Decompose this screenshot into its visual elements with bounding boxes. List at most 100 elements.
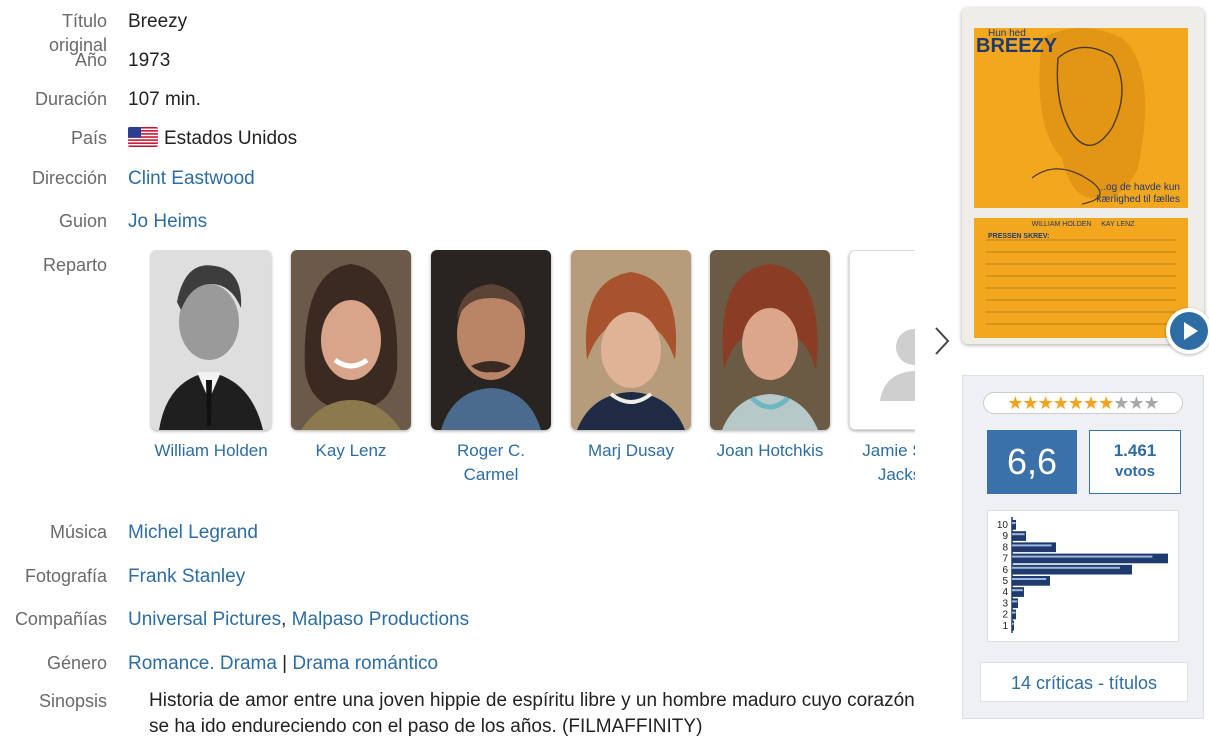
actor-photo[interactable] bbox=[291, 250, 411, 430]
histogram-bar bbox=[1012, 620, 1014, 631]
label-year: Año bbox=[74, 50, 107, 70]
histogram-score-label: 3 bbox=[1002, 598, 1008, 609]
row-music: Música Michel Legrand bbox=[0, 520, 258, 545]
histogram-bar-highlight bbox=[1012, 566, 1120, 569]
histogram-score-label: 8 bbox=[1002, 542, 1008, 553]
histogram-score-label: 4 bbox=[1002, 587, 1008, 598]
histogram-bar-highlight bbox=[1012, 578, 1047, 580]
histogram-bar-highlight bbox=[1012, 522, 1016, 524]
country-name: Estados Unidos bbox=[164, 128, 298, 149]
actor-name[interactable]: Joan Hotchkis bbox=[708, 439, 832, 463]
writer-link[interactable]: Jo Heims bbox=[128, 210, 207, 234]
actor-name[interactable]: Roger C. Carmel bbox=[429, 439, 553, 487]
actor-name[interactable]: William Holden bbox=[149, 439, 273, 463]
histogram-score-label: 5 bbox=[1002, 576, 1008, 587]
cast-member[interactable]: William Holden bbox=[149, 250, 273, 463]
row-companies: Compañías Universal Pictures, Malpaso Pr… bbox=[0, 607, 469, 632]
genre-link[interactable]: Drama bbox=[220, 653, 277, 674]
histogram-bar-highlight bbox=[1012, 555, 1153, 558]
label-duration: Duración bbox=[34, 89, 107, 109]
star-rating[interactable]: ★★★★★★★★★★ bbox=[983, 392, 1183, 414]
actor-photo[interactable] bbox=[710, 250, 830, 430]
critics-link[interactable]: 14 críticas - títulos bbox=[980, 662, 1188, 702]
histogram-bar-highlight bbox=[1012, 589, 1023, 592]
filled-stars-icon: ★★★★★★★ bbox=[1007, 393, 1114, 413]
average-rating: 6,6 bbox=[987, 430, 1077, 494]
year-value: 1973 bbox=[128, 50, 171, 71]
cast-member[interactable]: Marj Dusay bbox=[569, 250, 693, 463]
company-link[interactable]: Malpaso Productions bbox=[292, 609, 469, 630]
poster-actors: WILLIAM HOLDEN KAY LENZ bbox=[1032, 221, 1136, 228]
actor-photo[interactable] bbox=[571, 250, 691, 430]
movie-poster[interactable]: Hun hed BREEZY ...og de havde kun kærlig… bbox=[962, 8, 1204, 344]
cast-member[interactable]: Joan Hotchkis bbox=[708, 250, 832, 463]
histogram-score-label: 2 bbox=[1002, 610, 1008, 621]
histogram-bar-highlight bbox=[1012, 544, 1052, 547]
row-writer: Guion Jo Heims bbox=[0, 209, 207, 234]
row-genre: Género Romance. Drama | Drama romántico bbox=[0, 651, 438, 676]
cast-member[interactable]: Roger C. Carmel bbox=[429, 250, 553, 487]
row-year: Año 1973 bbox=[0, 48, 170, 73]
director-link[interactable]: Clint Eastwood bbox=[128, 167, 255, 191]
label-director: Dirección bbox=[31, 168, 107, 188]
original-title-value: Breezy bbox=[128, 11, 188, 32]
histogram-bar-highlight bbox=[1012, 622, 1014, 625]
histogram-bar-highlight bbox=[1012, 533, 1025, 536]
cinematographer-link[interactable]: Frank Stanley bbox=[128, 565, 245, 589]
votes-count-box[interactable]: 1.461 votos bbox=[1089, 430, 1181, 494]
label-synopsis: Sinopsis bbox=[38, 691, 107, 711]
composer-link[interactable]: Michel Legrand bbox=[128, 521, 258, 545]
histogram-score-label: 6 bbox=[1002, 565, 1008, 576]
actor-photo[interactable] bbox=[151, 250, 271, 430]
cast-carousel: William Holden Kay Lenz Roger C. Carmel … bbox=[149, 250, 915, 490]
empty-stars-icon: ★★★ bbox=[1113, 393, 1159, 413]
histogram-score-label: 7 bbox=[1002, 554, 1008, 565]
label-photography: Fotografía bbox=[24, 566, 107, 586]
histogram-bar-highlight bbox=[1012, 611, 1016, 614]
poster-tagline-1: ...og de havde kun bbox=[1098, 182, 1180, 193]
histogram-bar bbox=[1012, 542, 1056, 553]
histogram-bar bbox=[1012, 609, 1016, 620]
rating-panel: ★★★★★★★★★★ 6,6 1.461 votos 10 9 8 7 6 5 4 3 2 1 1… bbox=[962, 375, 1204, 719]
country-value: Estados Unidos bbox=[128, 127, 297, 151]
genre-separator: . bbox=[209, 653, 220, 674]
cast-member[interactable]: Jamie Smith Jackson bbox=[847, 250, 915, 487]
company-link[interactable]: Universal Pictures bbox=[128, 609, 281, 630]
genre-divider: | bbox=[276, 653, 293, 674]
us-flag-icon bbox=[128, 127, 158, 147]
histogram-bar bbox=[1012, 587, 1024, 597]
row-director: Dirección Clint Eastwood bbox=[0, 166, 255, 191]
histogram-score-label: 1 bbox=[1002, 621, 1008, 632]
actor-photo-placeholder[interactable] bbox=[849, 250, 915, 430]
play-trailer-button[interactable] bbox=[1166, 308, 1209, 354]
histogram-bar bbox=[1012, 531, 1026, 541]
label-music: Música bbox=[49, 522, 107, 542]
row-photography: Fotografía Frank Stanley bbox=[0, 564, 245, 589]
chevron-right-icon[interactable] bbox=[930, 324, 954, 358]
row-cast: Reparto bbox=[0, 253, 128, 277]
histogram-score-label: 10 bbox=[997, 520, 1009, 531]
cast-member[interactable]: Kay Lenz bbox=[289, 250, 413, 463]
poster-press-heading: PRESSEN SKREV: bbox=[988, 233, 1049, 240]
label-companies: Compañías bbox=[14, 609, 107, 629]
actor-name[interactable]: Jamie Smith Jackson bbox=[847, 439, 915, 487]
histogram-bar bbox=[1012, 576, 1050, 586]
play-icon bbox=[1170, 312, 1208, 350]
row-country: País Estados Unidos bbox=[0, 126, 297, 151]
companies-separator: , bbox=[281, 609, 292, 630]
row-duration: Duración 107 min. bbox=[0, 87, 201, 112]
genre-value: Romance. Drama | Drama romántico bbox=[128, 652, 438, 676]
histogram-bar bbox=[1012, 564, 1132, 575]
topic-link[interactable]: Drama romántico bbox=[292, 653, 438, 674]
actor-name[interactable]: Marj Dusay bbox=[569, 439, 693, 463]
histogram-bar bbox=[1012, 553, 1168, 564]
actor-photo[interactable] bbox=[431, 250, 551, 430]
votes-count: 1.461 bbox=[1113, 441, 1157, 460]
poster-tagline-2: kærlighed til fælles bbox=[1097, 194, 1180, 205]
genre-link[interactable]: Romance bbox=[128, 653, 209, 674]
histogram-score-label: 9 bbox=[1002, 531, 1008, 542]
label-genre: Género bbox=[46, 653, 107, 673]
actor-name[interactable]: Kay Lenz bbox=[289, 439, 413, 463]
rating-histogram: 10 9 8 7 6 5 4 3 2 1 bbox=[987, 510, 1179, 642]
duration-value: 107 min. bbox=[128, 89, 201, 110]
